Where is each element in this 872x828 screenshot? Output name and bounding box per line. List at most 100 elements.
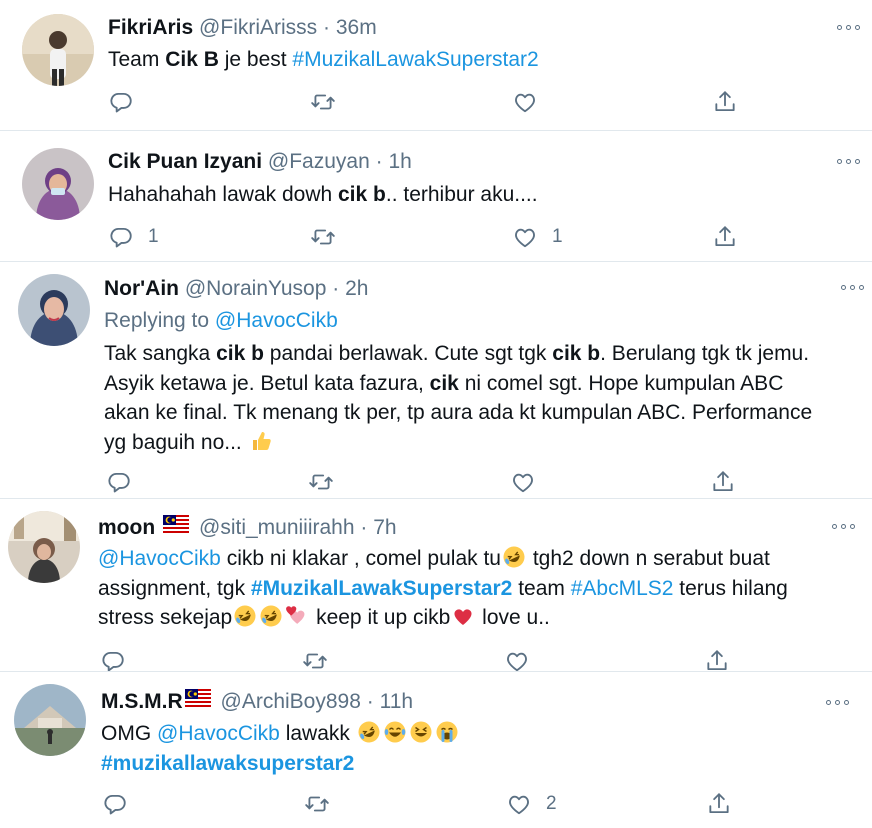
like-icon bbox=[512, 224, 538, 250]
share-button[interactable] bbox=[712, 223, 738, 251]
retweet-button[interactable] bbox=[304, 790, 344, 818]
mention-link[interactable]: @HavocCikb bbox=[157, 722, 280, 745]
user-handle[interactable]: @Fazuyan bbox=[268, 150, 370, 173]
timestamp[interactable]: 7h bbox=[373, 516, 396, 539]
avatar[interactable] bbox=[22, 148, 94, 220]
retweet-button[interactable] bbox=[308, 468, 348, 496]
timestamp[interactable]: 36m bbox=[336, 16, 377, 39]
joy-emoji bbox=[383, 720, 407, 744]
timestamp[interactable]: 2h bbox=[345, 277, 368, 300]
two-hearts-emoji bbox=[285, 604, 309, 628]
hashtag-link[interactable]: #muzikallawaksuperstar2 bbox=[101, 752, 354, 775]
text-segment: akan ke final. Tk menang tk per, tp aura… bbox=[104, 401, 813, 424]
reply-icon bbox=[102, 791, 128, 817]
text-segment: lawakk bbox=[279, 722, 356, 745]
timestamp[interactable]: 1h bbox=[388, 150, 411, 173]
more-icon[interactable] bbox=[832, 521, 858, 531]
highlighted-text: Cik B bbox=[165, 48, 219, 71]
more-icon[interactable] bbox=[826, 697, 852, 707]
rofl-emoji bbox=[233, 604, 257, 628]
like-button[interactable]: 2 bbox=[506, 790, 557, 818]
rofl-emoji bbox=[259, 604, 283, 628]
mention-link[interactable]: @HavocCikb bbox=[98, 547, 221, 570]
reply-icon bbox=[106, 469, 132, 495]
text-segment: keep it up cikb bbox=[310, 606, 451, 629]
tweet[interactable]: moon @siti_muniiirahh · 7h @HavocCikb ci… bbox=[0, 499, 872, 672]
like-count: 1 bbox=[552, 226, 563, 247]
text-segment: team bbox=[512, 576, 571, 600]
like-button[interactable] bbox=[512, 88, 552, 116]
text-segment: terus hilang bbox=[673, 576, 788, 600]
sob-emoji bbox=[435, 720, 459, 744]
text-segment: love u.. bbox=[476, 606, 550, 629]
avatar[interactable] bbox=[14, 684, 86, 756]
tweet[interactable]: FikriAris @FikriArisss · 36m Team Cik B … bbox=[0, 0, 872, 130]
retweet-icon bbox=[310, 89, 336, 115]
tweet[interactable]: Cik Puan Izyani @Fazuyan · 1h Hahahahah … bbox=[0, 131, 872, 261]
avatar[interactable] bbox=[22, 14, 94, 86]
hashtag-link[interactable]: #MuzikalLawakSuperstar2 bbox=[292, 48, 538, 71]
timestamp[interactable]: 11h bbox=[380, 690, 413, 713]
highlighted-text: cik b bbox=[216, 342, 264, 365]
user-handle[interactable]: @FikriArisss bbox=[199, 16, 317, 39]
share-button[interactable] bbox=[712, 88, 738, 116]
text-segment: pandai berlawak. Cute sgt tgk bbox=[263, 342, 553, 365]
replying-to-handle[interactable]: @HavocCikb bbox=[215, 309, 338, 332]
like-count: 2 bbox=[546, 793, 557, 814]
share-button[interactable] bbox=[706, 790, 732, 818]
retweet-button[interactable] bbox=[310, 223, 350, 251]
tweet-text: Tak sangka cik b pandai berlawak. Cute s… bbox=[104, 339, 864, 457]
user-handle[interactable]: @siti_muniiirahh bbox=[199, 516, 355, 539]
avatar[interactable] bbox=[8, 511, 80, 583]
display-name[interactable]: moon bbox=[98, 516, 155, 539]
tweet[interactable]: Nor'Ain @NorainYusop · 2h Replying to @H… bbox=[0, 262, 872, 498]
share-icon bbox=[710, 469, 736, 495]
action-bar bbox=[108, 88, 748, 116]
user-handle[interactable]: @NorainYusop bbox=[185, 277, 327, 300]
separator-dot: · bbox=[323, 16, 336, 39]
action-bar bbox=[106, 468, 746, 496]
replying-to-label: Replying to bbox=[104, 309, 215, 332]
reply-icon bbox=[108, 89, 134, 115]
reply-count: 1 bbox=[148, 226, 159, 247]
share-button[interactable] bbox=[710, 468, 736, 496]
text-segment: Hahahahah lawak dowh bbox=[108, 183, 338, 206]
more-icon[interactable] bbox=[837, 22, 863, 32]
separator-dot: · bbox=[332, 277, 346, 300]
user-handle[interactable]: @ArchiBoy898 bbox=[221, 690, 361, 713]
text-segment: .. terhibur aku.... bbox=[385, 183, 538, 206]
text-segment: stress sekejap bbox=[98, 606, 233, 629]
retweet-icon bbox=[310, 224, 336, 250]
display-name[interactable]: M.S.M.R bbox=[101, 690, 183, 713]
text-segment: cikb ni klakar , comel pulak tu bbox=[220, 547, 501, 570]
display-name[interactable]: FikriAris bbox=[108, 16, 193, 39]
action-bar: 11 bbox=[108, 223, 748, 251]
tweet-text: Hahahahah lawak dowh cik b.. terhibur ak… bbox=[108, 180, 538, 210]
separator-dot: · bbox=[366, 690, 380, 714]
separator-dot: · bbox=[360, 516, 374, 540]
reply-button[interactable] bbox=[102, 790, 142, 818]
hashtag-link[interactable]: #MuzikalLawakSuperstar2 bbox=[251, 577, 512, 600]
like-button[interactable]: 1 bbox=[512, 223, 563, 251]
tweet[interactable]: M.S.M.R @ArchiBoy898 · 11h OMG @HavocCik… bbox=[0, 672, 872, 828]
avatar[interactable] bbox=[18, 274, 90, 346]
text-segment: Asyik ketawa je. Betul kata fazura, bbox=[104, 371, 430, 395]
tweet-header: moon @siti_muniiirahh · 7h bbox=[98, 514, 397, 543]
tweet-header: M.S.M.R @ArchiBoy898 · 11h bbox=[101, 688, 413, 717]
text-segment: tgh2 down n serabut buat bbox=[526, 547, 770, 570]
display-name[interactable]: Nor'Ain bbox=[104, 277, 179, 300]
tweet-text: @HavocCikb cikb ni klakar , comel pulak … bbox=[98, 544, 868, 633]
reply-button[interactable] bbox=[108, 88, 148, 116]
tweet-header: Cik Puan Izyani @Fazuyan · 1h bbox=[108, 149, 412, 175]
reply-button[interactable] bbox=[106, 468, 146, 496]
highlighted-text: cik bbox=[429, 371, 459, 395]
like-icon bbox=[512, 89, 538, 115]
malaysia-flag-icon bbox=[163, 514, 190, 540]
more-icon[interactable] bbox=[837, 156, 863, 166]
more-icon[interactable] bbox=[841, 282, 867, 292]
reply-button[interactable]: 1 bbox=[108, 223, 159, 251]
retweet-button[interactable] bbox=[310, 88, 350, 116]
like-button[interactable] bbox=[510, 468, 550, 496]
hashtag-link[interactable]: #AbcMLS2 bbox=[571, 577, 674, 600]
display-name[interactable]: Cik Puan Izyani bbox=[108, 150, 262, 173]
